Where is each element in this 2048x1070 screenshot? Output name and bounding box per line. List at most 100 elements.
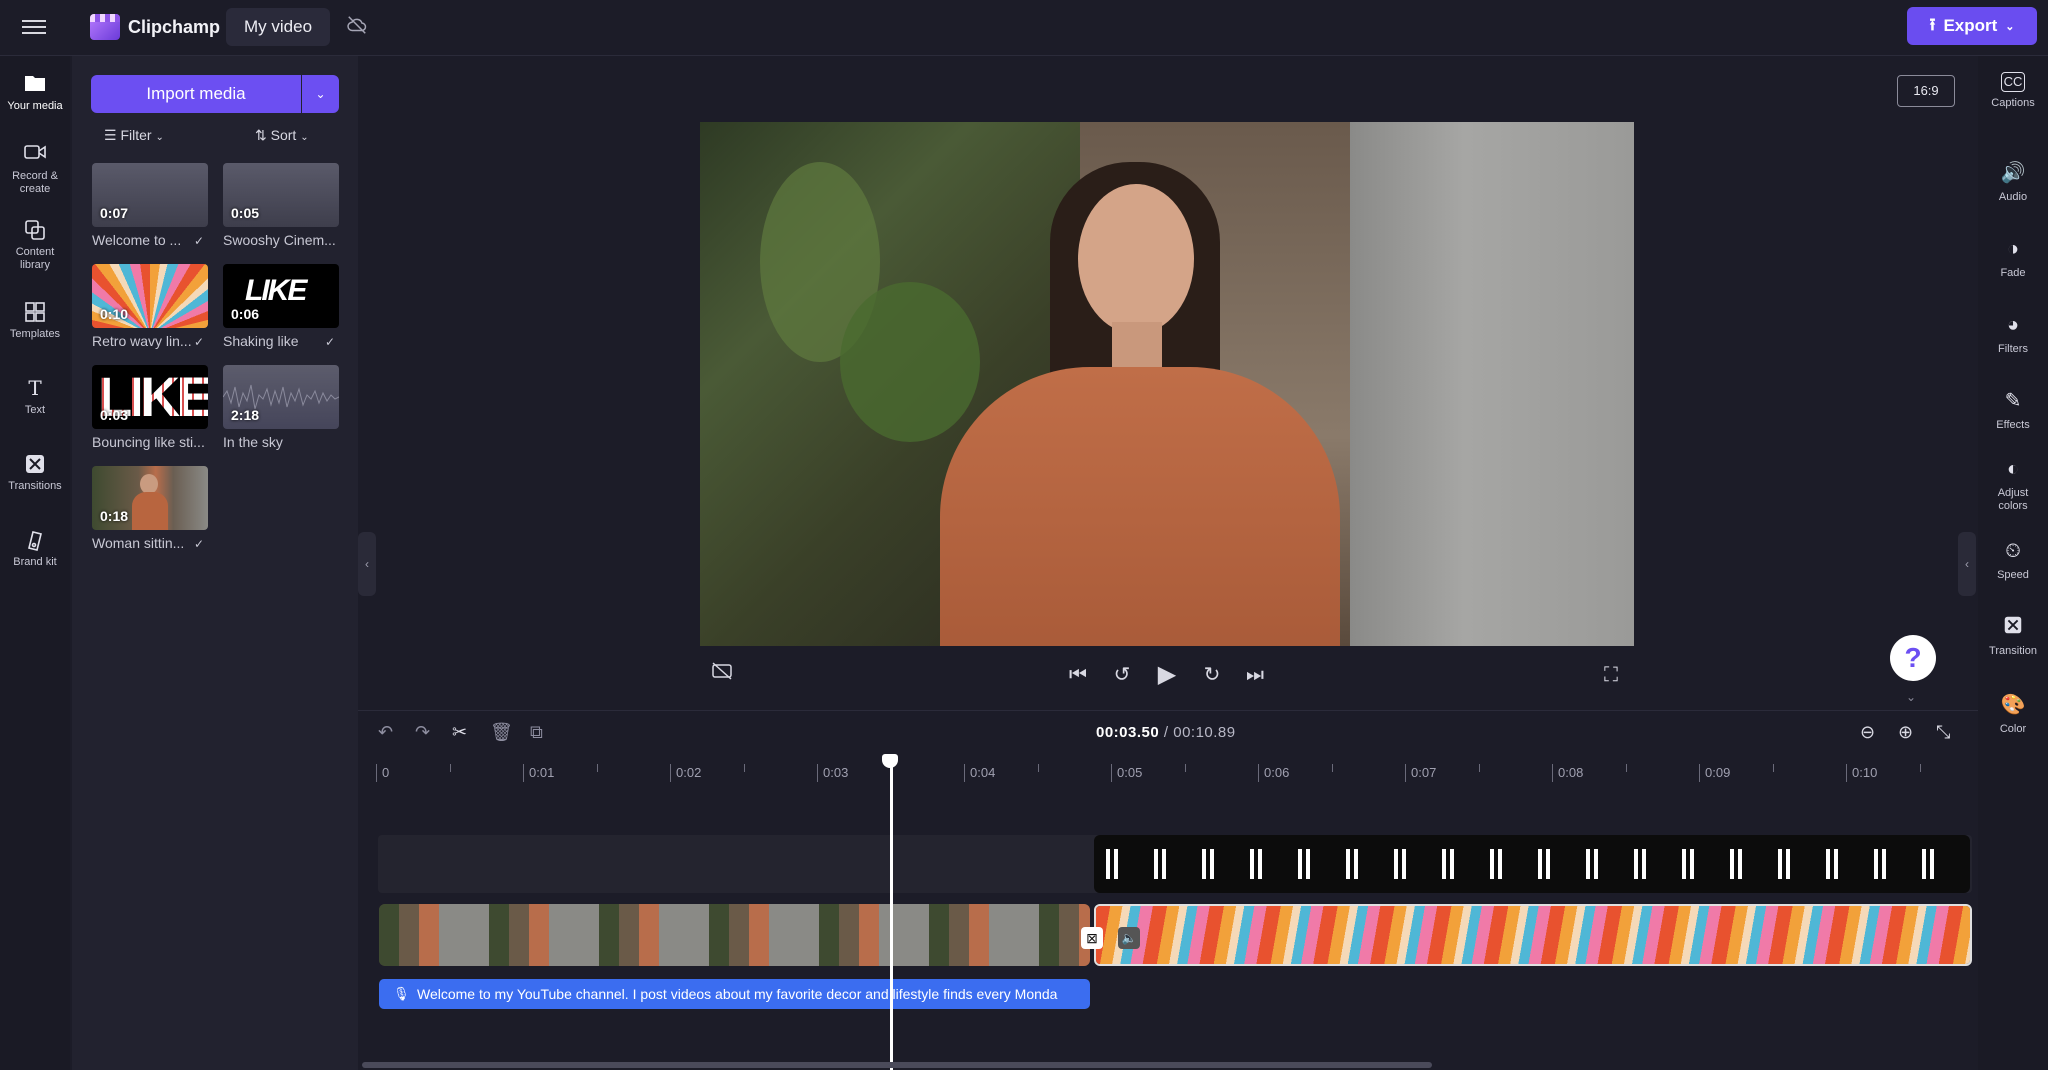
collapse-right-panel-button[interactable]: ‹ bbox=[1958, 532, 1976, 596]
media-item-thumbnail[interactable]: 0:05 bbox=[223, 163, 339, 227]
media-item-thumbnail[interactable]: 2:18 bbox=[223, 365, 339, 429]
ruler-tick bbox=[1038, 764, 1039, 772]
timecode: 00:03.50 / 00:10.89 bbox=[1096, 724, 1236, 741]
video-filmstrip bbox=[1096, 906, 1970, 964]
collapse-left-panel-button[interactable]: ‹ bbox=[358, 532, 376, 596]
sort-button[interactable]: ⇅ Sort ⌄ bbox=[255, 127, 309, 144]
media-item-thumbnail[interactable]: 0:18 bbox=[92, 466, 208, 530]
like-sticker-graphic: LIKE bbox=[245, 274, 307, 307]
aspect-ratio-button[interactable]: 16:9 bbox=[1897, 75, 1955, 107]
filter-button[interactable]: ☰ Filter ⌄ bbox=[104, 127, 164, 144]
media-item-thumbnail[interactable]: LIKE 0:06 bbox=[223, 264, 339, 328]
nav-label: Audio bbox=[1998, 191, 2028, 203]
video-clip-retro-wavy[interactable] bbox=[1094, 904, 1972, 966]
project-name-field[interactable]: My video bbox=[226, 8, 331, 46]
text-icon: T bbox=[28, 376, 42, 400]
export-label: Export bbox=[1943, 16, 1998, 35]
media-item-thumbnail[interactable]: 0:07 bbox=[92, 163, 208, 227]
chevron-down-icon[interactable]: ⌄ bbox=[1906, 690, 1916, 704]
media-item-thumbnail[interactable]: 0:10 bbox=[92, 264, 208, 328]
transition-icon[interactable]: ⊠ bbox=[1081, 927, 1103, 949]
skip-to-start-icon[interactable]: ⏮ bbox=[1064, 661, 1092, 689]
forward-5s-icon[interactable]: ↻ bbox=[1198, 661, 1226, 689]
import-media-button[interactable]: Import media bbox=[91, 75, 301, 113]
nav-templates[interactable]: Templates bbox=[0, 300, 70, 341]
timeline-scrollbar[interactable] bbox=[362, 1062, 1432, 1068]
menu-icon[interactable] bbox=[22, 16, 48, 38]
nav-content-library[interactable]: Content library bbox=[0, 218, 70, 272]
nav-color[interactable]: 🎨 Color bbox=[1978, 692, 2048, 736]
nav-label: Transitions bbox=[8, 480, 62, 492]
nav-adjust-colors[interactable]: ◐ Adjust colors bbox=[1978, 456, 2048, 513]
nav-label: Color bbox=[1999, 723, 2027, 735]
help-button[interactable]: ? bbox=[1890, 635, 1936, 681]
captions-off-icon[interactable] bbox=[708, 661, 736, 689]
nav-label: Effects bbox=[1996, 419, 2030, 431]
nav-label: Record & bbox=[12, 170, 58, 182]
nav-audio[interactable]: 🔊 Audio bbox=[1978, 160, 2048, 204]
export-button[interactable]: ⭱ Export ⌄ bbox=[1907, 7, 2037, 45]
nav-transitions[interactable]: Transitions bbox=[0, 452, 70, 493]
microphone-icon: 🎙 bbox=[393, 986, 410, 1001]
total-time: / 00:10.89 bbox=[1163, 724, 1236, 741]
nav-brand-kit[interactable]: Brand kit bbox=[0, 528, 70, 569]
nav-filters[interactable]: ◕ Filters bbox=[1978, 312, 2048, 356]
ruler-label: 0:05 bbox=[1111, 764, 1142, 782]
nav-speed[interactable]: ⏲ Speed bbox=[1978, 538, 2048, 582]
nav-label: Templates bbox=[9, 328, 61, 340]
undo-icon[interactable]: ↶ bbox=[378, 722, 393, 743]
video-clip-woman[interactable] bbox=[379, 904, 1090, 966]
nav-record-create[interactable]: Record & create bbox=[0, 142, 70, 196]
nav-label: Filters bbox=[1998, 343, 2028, 355]
zoom-in-icon[interactable]: ⊕ bbox=[1898, 722, 1913, 743]
filters-icon: ◕ bbox=[2006, 314, 2020, 336]
sort-icon: ⇅ bbox=[255, 127, 267, 143]
media-item-thumbnail[interactable]: LIKE 0:03 bbox=[92, 365, 208, 429]
duration-label: 0:05 bbox=[231, 205, 260, 221]
scissors-icon[interactable]: ✂ bbox=[452, 722, 467, 743]
fullscreen-icon[interactable]: ⛶ bbox=[1597, 661, 1625, 689]
nav-your-media[interactable]: Your media bbox=[0, 72, 70, 113]
nav-captions[interactable]: CC Captions bbox=[1978, 72, 2048, 110]
playhead[interactable] bbox=[890, 756, 893, 1070]
duplicate-icon[interactable]: ⧉ bbox=[530, 722, 543, 743]
media-item-label: Shaking like bbox=[223, 333, 299, 349]
check-icon: ✓ bbox=[194, 335, 205, 349]
chevron-down-icon: ⌄ bbox=[300, 132, 309, 143]
sticker-clip[interactable] bbox=[1094, 835, 1970, 893]
chevron-left-icon: ‹ bbox=[365, 557, 369, 571]
rewind-5s-icon[interactable]: ↺ bbox=[1108, 661, 1136, 689]
nav-label: Your media bbox=[7, 100, 63, 112]
ruler-tick bbox=[1332, 764, 1333, 772]
nav-text[interactable]: T Text bbox=[0, 376, 70, 417]
chevron-left-icon: ‹ bbox=[1965, 557, 1969, 571]
ruler-tick bbox=[1773, 764, 1774, 772]
caption-clip[interactable]: 🎙 Welcome to my YouTube channel. I post … bbox=[379, 979, 1090, 1009]
redo-icon[interactable]: ↷ bbox=[415, 722, 430, 743]
import-dropdown-button[interactable]: ⌄ bbox=[302, 75, 339, 113]
person-body-graphic bbox=[132, 492, 168, 530]
mute-speaker-icon[interactable]: 🔈 bbox=[1118, 927, 1140, 949]
nav-fade[interactable]: ◑ Fade bbox=[1978, 236, 2048, 280]
fit-to-screen-icon[interactable]: ⤡ bbox=[1936, 722, 1950, 743]
skip-to-end-icon[interactable]: ⏭ bbox=[1241, 661, 1269, 689]
video-preview[interactable] bbox=[700, 122, 1634, 646]
check-icon: ✓ bbox=[194, 537, 205, 551]
person-sweater bbox=[940, 367, 1340, 646]
transition-icon bbox=[2000, 614, 2026, 640]
nav-effects[interactable]: ✎ Effects bbox=[1978, 388, 2048, 432]
nav-label: Speed bbox=[1997, 569, 2029, 581]
trash-icon[interactable]: 🗑 bbox=[490, 722, 513, 743]
play-icon[interactable]: ▶ bbox=[1153, 661, 1181, 689]
ruler-label: 0 bbox=[376, 764, 389, 782]
nav-transition[interactable]: Transition bbox=[1978, 614, 2048, 658]
cloud-off-icon[interactable] bbox=[346, 14, 370, 38]
person-face bbox=[1078, 184, 1194, 334]
ruler-label: 0:06 bbox=[1258, 764, 1289, 782]
media-item-label: Woman sittin... bbox=[92, 535, 185, 551]
zoom-out-icon[interactable]: ⊖ bbox=[1860, 722, 1875, 743]
check-icon: ✓ bbox=[194, 234, 205, 248]
content-library-icon bbox=[23, 218, 47, 242]
fade-icon: ◑ bbox=[2006, 238, 2020, 260]
duration-label: 0:10 bbox=[100, 306, 129, 322]
